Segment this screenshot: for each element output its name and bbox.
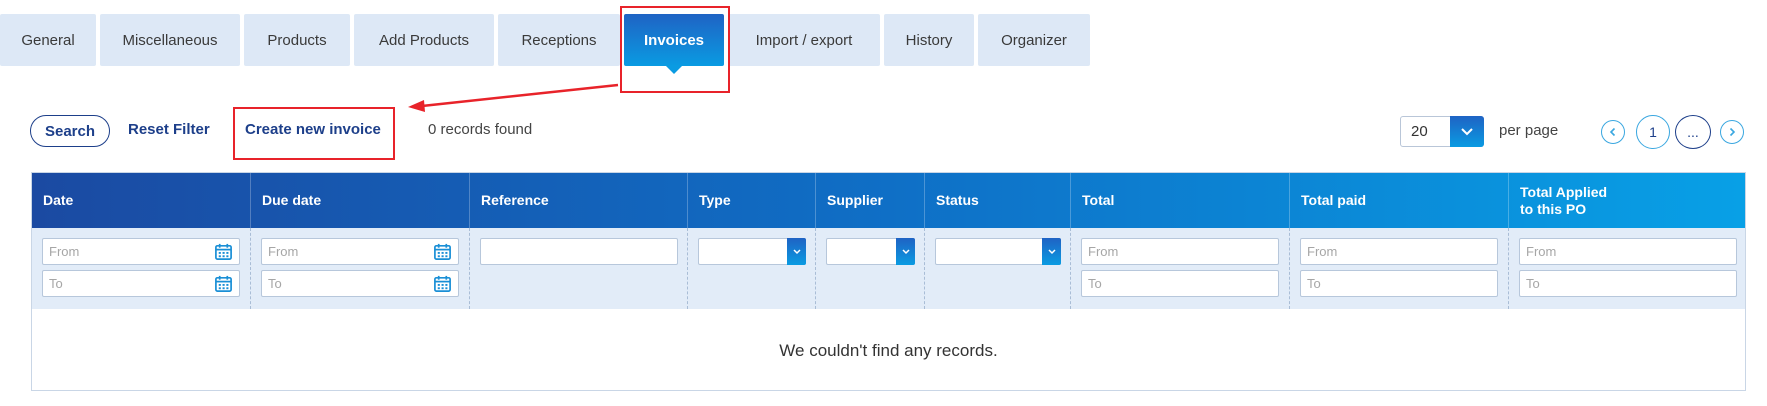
chevron-down-icon[interactable] — [1042, 238, 1061, 265]
placeholder-text: To — [1307, 276, 1321, 291]
column-header-date[interactable]: Date — [32, 173, 251, 228]
filter-cell-date: From To — [32, 228, 251, 309]
total-applied-to-input[interactable]: To — [1519, 270, 1737, 297]
placeholder-text: From — [268, 244, 299, 259]
calendar-icon[interactable] — [433, 242, 452, 261]
table-header: Date Due date Reference Type Supplier St… — [32, 173, 1745, 228]
reset-filter-link[interactable]: Reset Filter — [128, 121, 210, 138]
column-header-total[interactable]: Total — [1071, 173, 1290, 228]
filter-cell-status — [925, 228, 1071, 309]
total-paid-from-input[interactable]: From — [1300, 238, 1498, 265]
supplier-select[interactable] — [826, 238, 915, 265]
due-date-to-input[interactable]: To — [261, 270, 459, 297]
empty-state-message: We couldn't find any records. — [779, 340, 998, 360]
total-from-input[interactable]: From — [1081, 238, 1279, 265]
placeholder-text: To — [1088, 276, 1102, 291]
filter-cell-total: From To — [1071, 228, 1290, 309]
invoices-table: Date Due date Reference Type Supplier St… — [31, 172, 1746, 391]
placeholder-text: From — [1088, 244, 1119, 259]
status-select[interactable] — [935, 238, 1061, 265]
search-button[interactable]: Search — [30, 115, 110, 147]
total-applied-from-input[interactable]: From — [1519, 238, 1737, 265]
filter-row: From To From To From To From To From To — [32, 228, 1745, 309]
chevron-down-icon[interactable] — [787, 238, 806, 265]
per-page-label: per page — [1499, 122, 1559, 139]
placeholder-text: To — [268, 276, 282, 291]
chevron-down-icon[interactable] — [1450, 116, 1484, 147]
placeholder-text: To — [49, 276, 63, 291]
chevron-right-icon[interactable] — [1720, 120, 1744, 144]
chevron-down-icon[interactable] — [896, 238, 915, 265]
column-header-due-date[interactable]: Due date — [251, 173, 470, 228]
more-pages-button[interactable]: ... — [1675, 115, 1711, 149]
due-date-from-input[interactable]: From — [261, 238, 459, 265]
calendar-icon[interactable] — [214, 274, 233, 293]
placeholder-text: To — [1526, 276, 1540, 291]
total-paid-to-input[interactable]: To — [1300, 270, 1498, 297]
per-page-value: 20 — [1411, 123, 1428, 140]
column-header-total-paid[interactable]: Total paid — [1290, 173, 1509, 228]
column-header-total-applied[interactable]: Total Applied to this PO — [1509, 173, 1747, 228]
filter-cell-reference — [470, 228, 688, 309]
placeholder-text: From — [49, 244, 80, 259]
column-header-status[interactable]: Status — [925, 173, 1071, 228]
page-1-button[interactable]: 1 — [1636, 115, 1670, 149]
calendar-icon[interactable] — [433, 274, 452, 293]
calendar-icon[interactable] — [214, 242, 233, 261]
date-to-input[interactable]: To — [42, 270, 240, 297]
filter-cell-total-paid: From To — [1290, 228, 1509, 309]
create-invoice-link[interactable]: Create new invoice — [245, 121, 381, 138]
ellipsis-label: ... — [1687, 124, 1699, 140]
reference-input[interactable] — [480, 238, 678, 265]
page-number: 1 — [1649, 124, 1657, 140]
date-from-input[interactable]: From — [42, 238, 240, 265]
filter-cell-total-applied: From To — [1509, 228, 1747, 309]
column-header-reference[interactable]: Reference — [470, 173, 688, 228]
records-count: 0 records found — [428, 121, 533, 138]
column-header-supplier[interactable]: Supplier — [816, 173, 925, 228]
filter-cell-due-date: From To — [251, 228, 470, 309]
filter-cell-type — [688, 228, 816, 309]
total-to-input[interactable]: To — [1081, 270, 1279, 297]
column-header-type[interactable]: Type — [688, 173, 816, 228]
placeholder-text: From — [1307, 244, 1338, 259]
type-select[interactable] — [698, 238, 806, 265]
chevron-left-icon[interactable] — [1601, 120, 1625, 144]
placeholder-text: From — [1526, 244, 1557, 259]
per-page-select[interactable]: 20 — [1400, 116, 1484, 147]
filter-cell-supplier — [816, 228, 925, 309]
